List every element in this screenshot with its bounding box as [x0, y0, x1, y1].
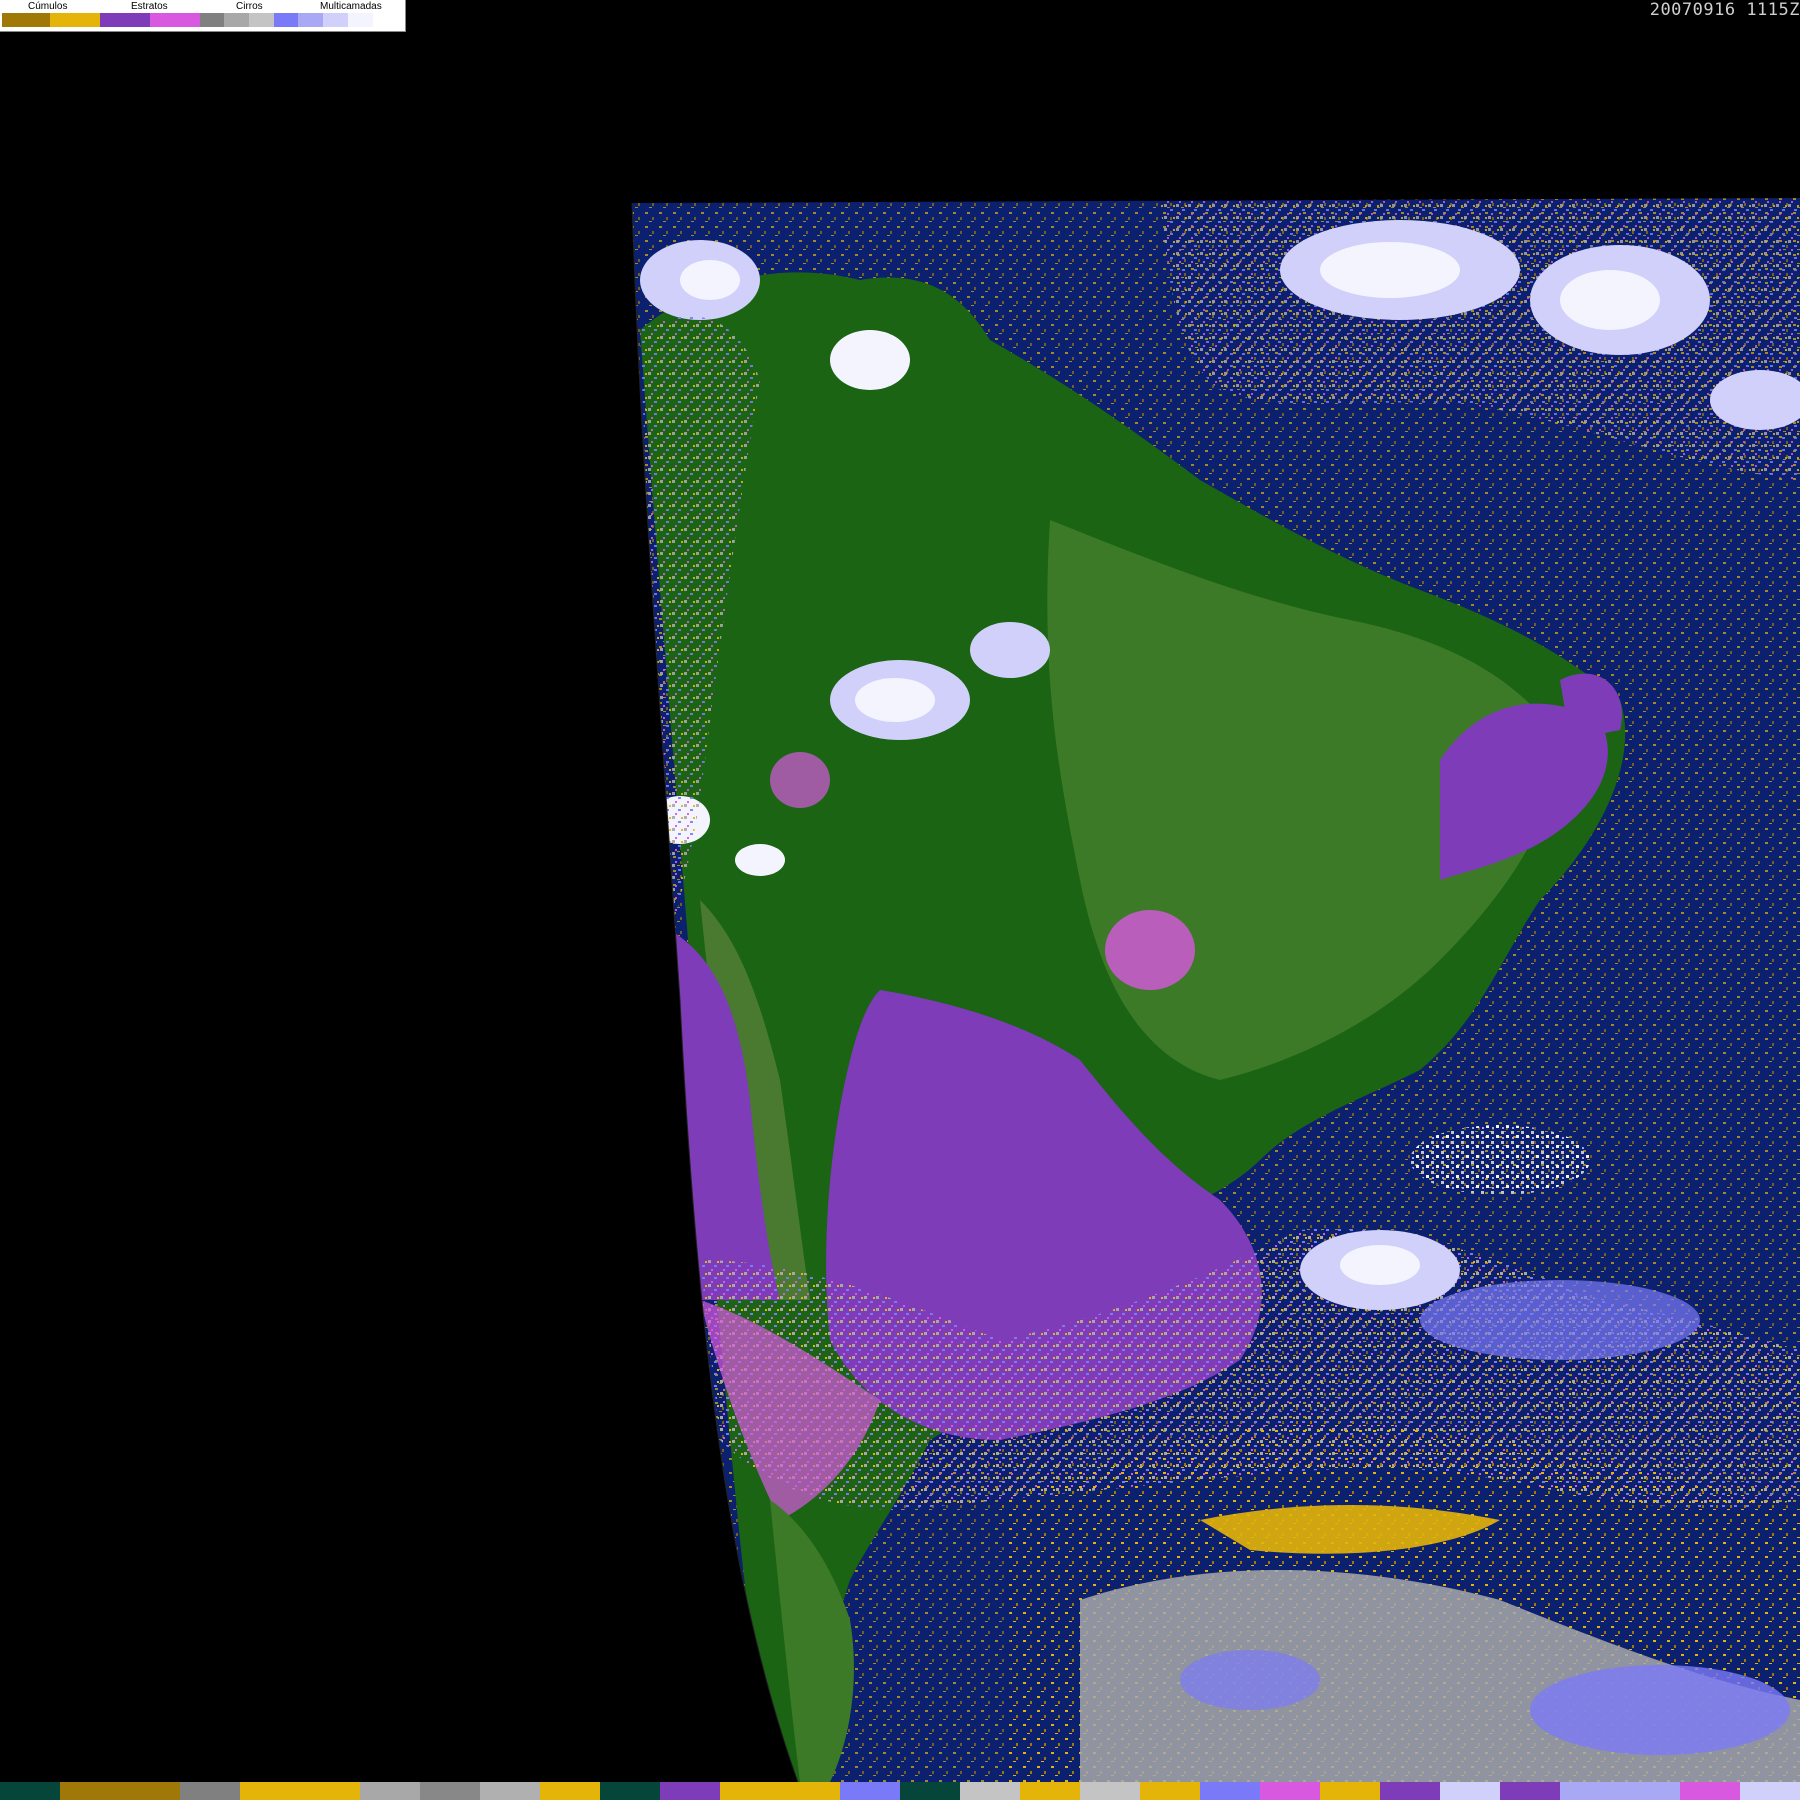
- strip-cell: [240, 1782, 300, 1800]
- legend-label-stratus: Estratos: [131, 1, 168, 12]
- strip-cell: [1440, 1782, 1500, 1800]
- earth-disk: [632, 198, 1800, 1782]
- strip-cell: [720, 1782, 780, 1800]
- cloud-type-legend: Cúmulos Estratos Cirros Multicamadas: [0, 0, 406, 32]
- strip-cell: [1140, 1782, 1200, 1800]
- strip-cell: [480, 1782, 540, 1800]
- strip-cell: [960, 1782, 1020, 1800]
- legend-swatch: [249, 13, 274, 27]
- strip-cell: [1260, 1782, 1320, 1800]
- legend-swatch: [50, 13, 100, 27]
- strip-cell: [1320, 1782, 1380, 1800]
- satellite-image: [0, 0, 1800, 1800]
- legend-swatch: [298, 13, 323, 27]
- strip-cell: [120, 1782, 180, 1800]
- bottom-color-strip: [0, 1782, 1800, 1800]
- strip-cell: [660, 1782, 720, 1800]
- legend-swatches: [2, 13, 373, 27]
- legend-swatch: [323, 13, 348, 27]
- strip-cell: [1560, 1782, 1620, 1800]
- strip-cell: [780, 1782, 840, 1800]
- legend-label-cirrus: Cirros: [236, 1, 263, 12]
- legend-swatch: [100, 13, 150, 27]
- strip-cell: [1380, 1782, 1440, 1800]
- strip-cell: [1200, 1782, 1260, 1800]
- legend-swatch: [2, 13, 50, 27]
- strip-cell: [180, 1782, 240, 1800]
- legend-swatch: [224, 13, 249, 27]
- strip-cell: [1500, 1782, 1560, 1800]
- timestamp: 20070916 1115Z: [1649, 0, 1800, 20]
- strip-cell: [360, 1782, 420, 1800]
- strip-cell: [1620, 1782, 1680, 1800]
- strip-cell: [1680, 1782, 1740, 1800]
- strip-cell: [540, 1782, 600, 1800]
- legend-label-multilayer: Multicamadas: [320, 1, 382, 12]
- strip-cell: [300, 1782, 360, 1800]
- strip-cell: [60, 1782, 120, 1800]
- strip-cell: [1740, 1782, 1800, 1800]
- strip-cell: [900, 1782, 960, 1800]
- legend-swatch: [274, 13, 298, 27]
- legend-swatch: [200, 13, 224, 27]
- strip-cell: [840, 1782, 900, 1800]
- legend-swatch: [150, 13, 200, 27]
- legend-swatch: [348, 13, 373, 27]
- strip-cell: [420, 1782, 480, 1800]
- strip-cell: [1020, 1782, 1080, 1800]
- legend-label-cumulus: Cúmulos: [28, 1, 68, 12]
- strip-cell: [0, 1782, 60, 1800]
- strip-cell: [1080, 1782, 1140, 1800]
- strip-cell: [600, 1782, 660, 1800]
